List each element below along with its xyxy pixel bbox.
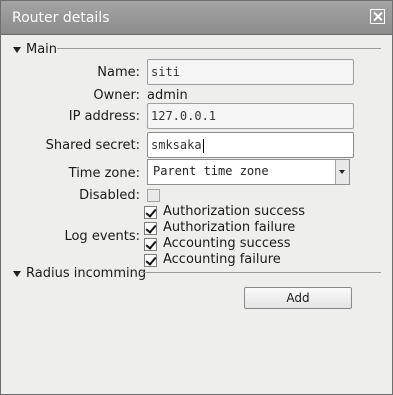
time-zone-select[interactable]: Parent time zone [147, 159, 350, 185]
chevron-down-icon[interactable] [335, 160, 349, 184]
window-title: Router details [12, 10, 110, 26]
owner-label: Owner: [93, 88, 140, 103]
authorization-failure-checkbox[interactable] [144, 222, 157, 235]
shared-secret-label: Shared secret: [45, 138, 140, 153]
authorization-failure-label[interactable]: Authorization failure [163, 220, 295, 236]
time-zone-value: Parent time zone [153, 164, 269, 178]
disabled-label: Disabled: [79, 188, 140, 203]
ip-address-field[interactable]: 127.0.0.1 [147, 103, 354, 129]
section-main-label: Main [26, 42, 58, 57]
authorization-success-label[interactable]: Authorization success [163, 204, 305, 220]
router-details-dialog: Router details Main Name: siti Owner: ad… [0, 0, 393, 395]
triangle-down-icon [13, 271, 21, 277]
ip-address-label: IP address: [68, 109, 140, 124]
title-bar[interactable]: Router details [1, 1, 392, 35]
triangle-down-icon [13, 47, 21, 53]
name-label: Name: [97, 65, 140, 80]
owner-value: admin [147, 88, 188, 103]
shared-secret-value: smksaka [151, 138, 202, 152]
accounting-success-label[interactable]: Accounting success [163, 236, 291, 252]
add-button[interactable]: Add [244, 287, 352, 309]
log-events-label: Log events: [64, 229, 140, 244]
time-zone-label: Time zone: [68, 166, 140, 181]
text-cursor [202, 138, 204, 153]
accounting-failure-label[interactable]: Accounting failure [163, 252, 281, 268]
section-radius-divider [141, 272, 381, 273]
disabled-checkbox[interactable] [147, 189, 160, 202]
close-icon[interactable] [370, 9, 385, 24]
name-field[interactable]: siti [147, 59, 354, 85]
accounting-success-checkbox[interactable] [144, 238, 157, 251]
section-radius-label: Radius incomming [26, 266, 147, 281]
authorization-success-checkbox[interactable] [144, 206, 157, 219]
section-main-divider [57, 48, 381, 49]
shared-secret-field[interactable]: smksaka [147, 132, 354, 158]
